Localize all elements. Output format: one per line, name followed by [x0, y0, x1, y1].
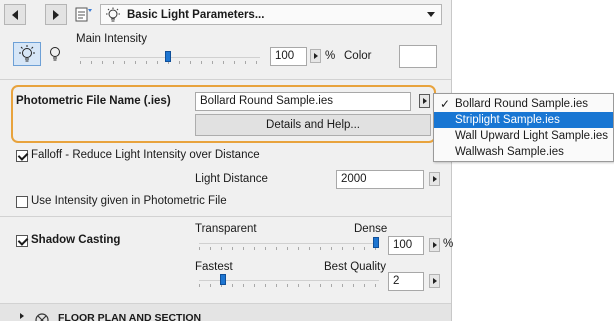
menu-item-bollard-round[interactable]: ✓ Bollard Round Sample.ies	[434, 96, 613, 112]
arrow-right-icon	[422, 98, 427, 104]
falloff-checkbox[interactable]	[16, 150, 28, 162]
light-distance-input[interactable]: 2000	[336, 170, 424, 189]
falloff-label: Falloff - Reduce Light Intensity over Di…	[31, 149, 260, 161]
photometric-file-menu: ✓ Bollard Round Sample.ies Striplight Sa…	[433, 93, 614, 162]
intensity-input[interactable]: 100	[270, 47, 307, 66]
shadow-density-slider[interactable]	[199, 237, 379, 250]
light-bulb-icon	[106, 7, 120, 21]
next-page-button[interactable]	[45, 4, 67, 25]
chevron-down-icon	[427, 12, 435, 17]
shadow-quality-stepper[interactable]	[429, 274, 440, 288]
arrow-right-icon	[53, 9, 59, 20]
menu-item-label: Striplight Sample.ies	[455, 114, 560, 126]
light-on-icon	[19, 45, 35, 62]
divider	[0, 216, 451, 217]
color-label: Color	[344, 50, 372, 62]
photometric-file-field[interactable]: Bollard Round Sample.ies	[195, 92, 411, 111]
previous-page-button[interactable]	[4, 4, 26, 25]
section-header-floor-plan[interactable]: FLOOR PLAN AND SECTION	[0, 304, 451, 321]
shadow-quality-input[interactable]: 2	[388, 272, 424, 291]
intensity-slider-thumb[interactable]	[165, 51, 171, 62]
arrow-right-icon	[432, 176, 437, 182]
shadow-density-slider-thumb[interactable]	[373, 237, 379, 248]
density-min-label: Transparent	[195, 223, 257, 235]
shadow-casting-label: Shadow Casting	[31, 234, 121, 246]
details-and-help-button[interactable]: Details and Help...	[195, 114, 431, 136]
menu-item-label: Wallwash Sample.ies	[455, 146, 564, 158]
intensity-unit: %	[325, 50, 336, 62]
photometric-label: Photometric File Name (.ies)	[16, 95, 171, 107]
intensity-slider[interactable]	[80, 51, 260, 64]
use-intensity-label: Use Intensity given in Photometric File	[31, 195, 227, 207]
arrow-left-icon	[12, 9, 18, 20]
light-off-toggle[interactable]	[46, 44, 64, 66]
divider	[0, 79, 451, 80]
checkmark-icon: ✓	[440, 97, 451, 111]
menu-item-wallwash[interactable]: Wallwash Sample.ies	[434, 144, 613, 160]
color-swatch[interactable]	[399, 45, 437, 68]
intensity-label: Main Intensity	[76, 33, 147, 45]
shadow-density-stepper[interactable]	[429, 238, 440, 252]
shadow-density-unit: %	[443, 238, 454, 250]
menu-item-label: Wall Upward Light Sample.ies	[455, 130, 608, 142]
photometric-dropdown-button[interactable]	[419, 94, 430, 108]
settings-panel: Basic Light Parameters... Main Intensity…	[0, 0, 454, 321]
arrow-right-icon	[313, 53, 318, 59]
shadow-quality-slider[interactable]	[199, 274, 379, 287]
page-title: Basic Light Parameters...	[127, 8, 265, 21]
page-selector[interactable]: Basic Light Parameters...	[100, 4, 442, 25]
menu-item-label: Bollard Round Sample.ies	[455, 98, 588, 110]
page-list-icon[interactable]	[74, 6, 94, 24]
quality-min-label: Fastest	[195, 261, 233, 273]
shadow-quality-slider-thumb[interactable]	[220, 274, 226, 285]
floor-plan-icon	[35, 313, 49, 321]
light-on-toggle[interactable]	[13, 42, 41, 66]
shadow-casting-checkbox[interactable]	[16, 235, 28, 247]
menu-item-wall-upward[interactable]: Wall Upward Light Sample.ies	[434, 128, 613, 144]
arrow-right-icon	[432, 278, 437, 284]
use-intensity-checkbox[interactable]	[16, 196, 28, 208]
arrow-right-icon	[432, 242, 437, 248]
quality-max-label: Best Quality	[324, 261, 386, 273]
light-distance-stepper[interactable]	[429, 172, 440, 186]
shadow-density-input[interactable]: 100	[388, 236, 424, 255]
expand-arrow-icon	[20, 313, 24, 319]
density-max-label: Dense	[354, 223, 388, 235]
section-title: FLOOR PLAN AND SECTION	[58, 312, 202, 321]
light-off-icon	[50, 47, 60, 61]
light-distance-label: Light Distance	[195, 173, 268, 185]
menu-item-striplight[interactable]: Striplight Sample.ies	[434, 112, 613, 128]
intensity-stepper[interactable]	[310, 49, 321, 63]
